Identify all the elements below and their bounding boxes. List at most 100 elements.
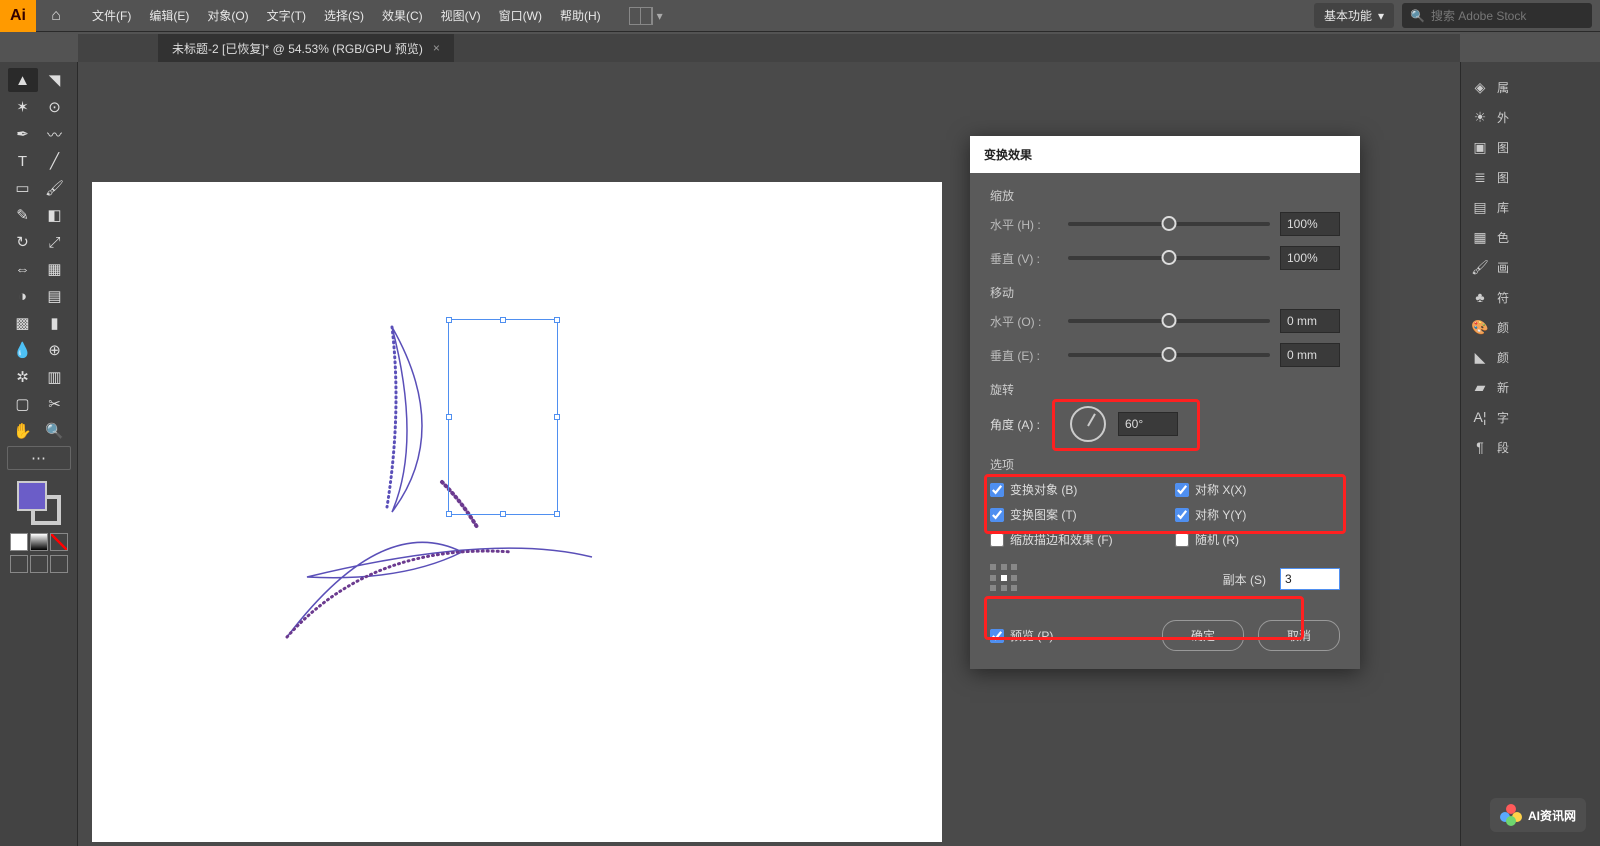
copies-input[interactable] [1280, 568, 1340, 590]
panel-brushes[interactable]: 🖌画 [1461, 252, 1600, 282]
layers-icon: ≣ [1471, 168, 1489, 186]
move-v-slider[interactable] [1068, 353, 1270, 357]
right-panels: ◈属 ☀外 ▣图 ≣图 ▤库 ▦色 🖌画 ♣符 🎨颜 ◣颜 ▰新 A¦字 ¶段 [1460, 62, 1600, 846]
home-icon[interactable]: ⌂ [36, 7, 76, 25]
angle-label: 角度 (A) : [990, 416, 1058, 433]
chevron-down-icon[interactable]: ▾ [657, 9, 663, 23]
move-title: 移动 [990, 284, 1340, 301]
fill-swatch[interactable] [17, 481, 47, 511]
close-icon[interactable]: × [433, 41, 440, 55]
panel-layers[interactable]: ≣图 [1461, 162, 1600, 192]
slice-tool[interactable]: ✂ [40, 392, 70, 416]
artboard-tool[interactable]: ▢ [8, 392, 38, 416]
eyedropper-tool[interactable]: 💧 [8, 338, 38, 362]
pen-tool[interactable]: ✒ [8, 122, 38, 146]
menu-select[interactable]: 选择(S) [316, 1, 372, 30]
rotate-title: 旋转 [990, 381, 1340, 398]
none-mode[interactable] [50, 533, 68, 551]
panel-symbols[interactable]: ♣符 [1461, 282, 1600, 312]
panel-swatches[interactable]: ▦色 [1461, 222, 1600, 252]
scale-v-slider[interactable] [1068, 256, 1270, 260]
move-v-value[interactable]: 0 mm [1280, 343, 1340, 367]
sun-icon: ☀ [1471, 108, 1489, 126]
anchor-point-grid[interactable] [990, 564, 1020, 594]
perspective-tool[interactable]: ▤ [40, 284, 70, 308]
menu-object[interactable]: 对象(O) [199, 1, 256, 30]
workspace-label: 基本功能 [1324, 7, 1372, 24]
copies-label: 副本 (S) [1223, 571, 1266, 588]
rotate-tool[interactable]: ↻ [8, 230, 38, 254]
panel-properties[interactable]: ◈属 [1461, 72, 1600, 102]
move-h-value[interactable]: 0 mm [1280, 309, 1340, 333]
search-placeholder: 搜索 Adobe Stock [1431, 7, 1526, 24]
move-h-slider[interactable] [1068, 319, 1270, 323]
scale-title: 缩放 [990, 187, 1340, 204]
menu-type[interactable]: 文字(T) [259, 1, 314, 30]
panel-appearance[interactable]: ☀外 [1461, 102, 1600, 132]
mesh-tool[interactable]: ▩ [8, 311, 38, 335]
draw-normal[interactable] [10, 555, 28, 573]
curvature-tool[interactable]: 〰 [40, 122, 70, 146]
width-tool[interactable]: ⇔ [8, 257, 38, 281]
zoom-tool[interactable]: 🔍 [40, 419, 70, 443]
scale-h-value[interactable]: 100% [1280, 212, 1340, 236]
cube-icon: ◈ [1471, 78, 1489, 96]
menu-edit[interactable]: 编辑(E) [141, 1, 197, 30]
gradient-mode[interactable] [30, 533, 48, 551]
menu-view[interactable]: 视图(V) [433, 1, 489, 30]
graph-tool[interactable]: ▥ [40, 365, 70, 389]
magic-wand-tool[interactable]: ✶ [8, 95, 38, 119]
blend-tool[interactable]: ⊕ [40, 338, 70, 362]
brush-tool[interactable]: 🖌 [40, 176, 70, 200]
scale-v-label: 垂直 (V) : [990, 250, 1058, 267]
move-h-label: 水平 (O) : [990, 313, 1058, 330]
rotate-section: 旋转 角度 (A) : 60° [990, 381, 1340, 442]
panel-paragraph[interactable]: ¶段 [1461, 432, 1600, 462]
menu-help[interactable]: 帮助(H) [552, 1, 609, 30]
lasso-tool[interactable]: ⊙ [40, 95, 70, 119]
fill-stroke-swatch[interactable] [15, 479, 63, 527]
panel-character[interactable]: A¦字 [1461, 402, 1600, 432]
draw-inside[interactable] [50, 555, 68, 573]
grid-icon: ▦ [1471, 228, 1489, 246]
search-input[interactable]: 🔍 搜索 Adobe Stock [1402, 3, 1592, 28]
scale-tool[interactable]: ⤢ [40, 230, 70, 254]
document-tab-title: 未标题-2 [已恢复]* @ 54.53% (RGB/GPU 预览) [172, 40, 423, 57]
scale-v-value[interactable]: 100% [1280, 246, 1340, 270]
direct-selection-tool[interactable]: ◥ [40, 68, 70, 92]
workspace-switcher[interactable]: 基本功能 ▾ [1314, 3, 1394, 28]
free-transform-tool[interactable]: ▦ [40, 257, 70, 281]
rectangle-tool[interactable]: ▭ [8, 176, 38, 200]
selection-bounds[interactable] [448, 319, 558, 515]
shape-builder-tool[interactable]: ◑ [8, 284, 38, 308]
tools-panel: ▲◥ ✶⊙ ✒〰 T╱ ▭🖌 ✎◧ ↻⤢ ⇔▦ ◑▤ ▩▮ 💧⊕ ✲▥ ▢✂ ✋… [0, 62, 78, 846]
panel-color-guide[interactable]: ◣颜 [1461, 342, 1600, 372]
gradient-icon: ▰ [1471, 378, 1489, 396]
scale-h-slider[interactable] [1068, 222, 1270, 226]
menu-effect[interactable]: 效果(C) [374, 1, 431, 30]
panel-libraries[interactable]: ▤库 [1461, 192, 1600, 222]
hand-tool[interactable]: ✋ [8, 419, 38, 443]
draw-behind[interactable] [30, 555, 48, 573]
brush-icon: 🖌 [1471, 258, 1489, 276]
highlight-angle [1052, 399, 1200, 451]
color-mode[interactable] [10, 533, 28, 551]
eraser-tool[interactable]: ◧ [40, 203, 70, 227]
menu-window[interactable]: 窗口(W) [491, 1, 550, 30]
type-tool[interactable]: T [8, 149, 38, 173]
line-tool[interactable]: ╱ [40, 149, 70, 173]
arrange-documents-icon[interactable] [629, 7, 653, 25]
symbol-sprayer-tool[interactable]: ✲ [8, 365, 38, 389]
book-icon: ▤ [1471, 198, 1489, 216]
selection-tool[interactable]: ▲ [8, 68, 38, 92]
edit-toolbar[interactable]: ⋯ [7, 446, 71, 470]
clover-icon: ♣ [1471, 288, 1489, 306]
document-tab[interactable]: 未标题-2 [已恢复]* @ 54.53% (RGB/GPU 预览) × [158, 34, 454, 62]
panel-graphic-styles[interactable]: ▣图 [1461, 132, 1600, 162]
panel-gradient[interactable]: ▰新 [1461, 372, 1600, 402]
panel-color[interactable]: 🎨颜 [1461, 312, 1600, 342]
chevron-down-icon: ▾ [1378, 9, 1384, 23]
shaper-tool[interactable]: ✎ [8, 203, 38, 227]
menu-file[interactable]: 文件(F) [84, 1, 139, 30]
gradient-tool[interactable]: ▮ [40, 311, 70, 335]
